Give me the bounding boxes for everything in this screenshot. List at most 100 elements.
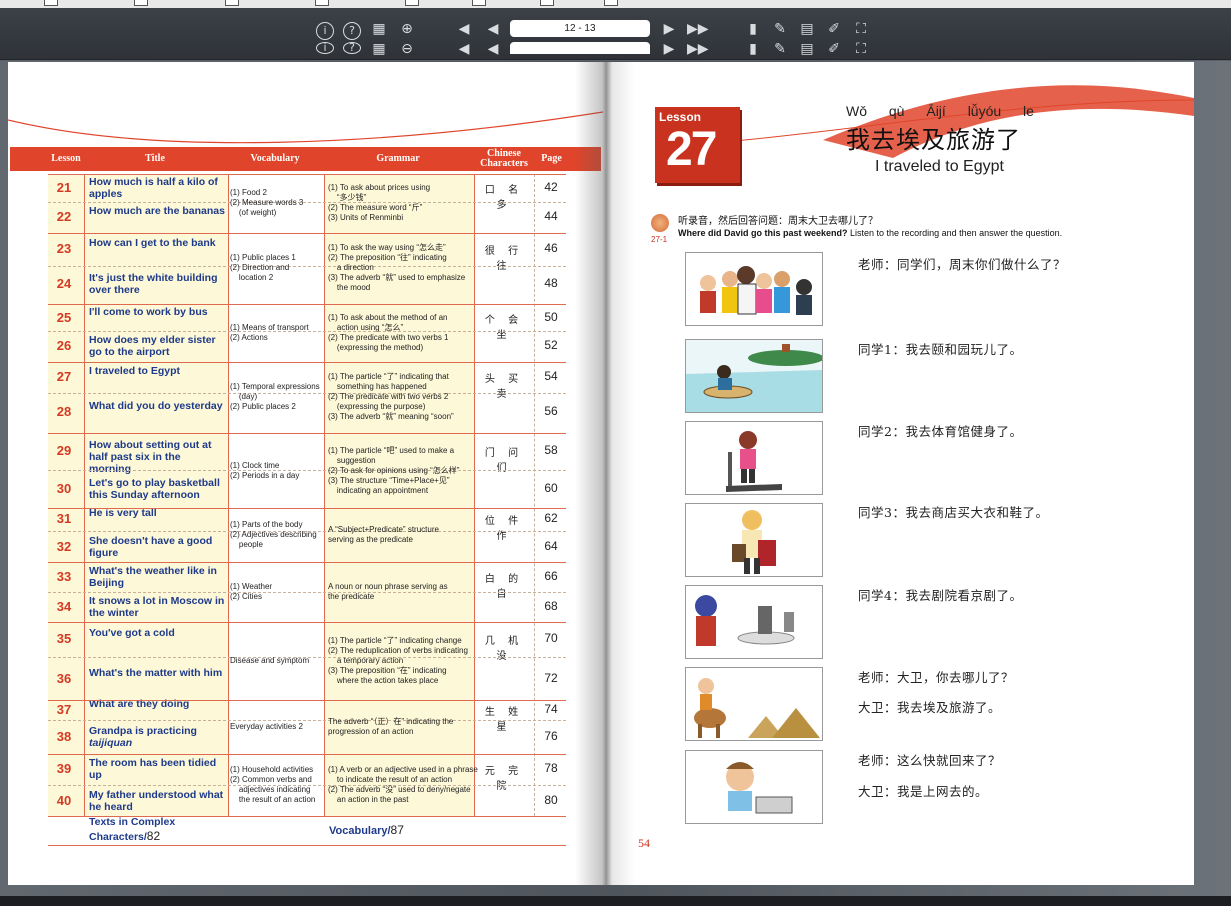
- lesson-page-number[interactable]: 64: [534, 539, 568, 553]
- info-icon[interactable]: i: [316, 22, 334, 40]
- lesson-title-text: Let's go to play basketball this Sunday …: [89, 477, 220, 501]
- page-indicator-input[interactable]: [510, 42, 650, 54]
- last-page-icon[interactable]: ▶▶: [687, 40, 709, 58]
- footer-complex-label-2[interactable]: Characters/82: [89, 829, 160, 843]
- zoom-in-icon[interactable]: ⊕: [398, 20, 416, 38]
- next-page-icon[interactable]: ▶: [660, 40, 678, 58]
- menu-item[interactable]: [44, 0, 58, 6]
- illustration-summer-palace: [685, 339, 823, 413]
- help-icon[interactable]: ?: [343, 42, 361, 54]
- first-page-icon[interactable]: ◀: [455, 20, 473, 38]
- lesson-number[interactable]: 33: [48, 569, 80, 584]
- lesson-characters: 口 名 多: [484, 185, 524, 211]
- footer-vocabulary[interactable]: Vocabulary/87: [329, 823, 404, 837]
- thumbnails-icon[interactable]: ▦: [370, 40, 388, 58]
- lesson-page-number[interactable]: 60: [534, 481, 568, 495]
- bookmark-icon[interactable]: ▮: [744, 40, 762, 58]
- zoom-out-icon[interactable]: ⊖: [398, 40, 416, 58]
- lesson-number[interactable]: 31: [48, 511, 80, 526]
- lesson-title[interactable]: How much is half a kilo of apples: [89, 176, 225, 204]
- lesson-title[interactable]: How much are the bananas: [89, 205, 225, 235]
- info-icon[interactable]: i: [316, 42, 334, 54]
- lesson-page-number[interactable]: 62: [534, 511, 568, 525]
- previous-page-icon[interactable]: ◀: [484, 20, 502, 38]
- lesson-number[interactable]: 30: [48, 481, 80, 496]
- header-lesson: Lesson: [51, 153, 81, 164]
- lesson-page-number[interactable]: 48: [534, 276, 568, 290]
- highlighter-icon[interactable]: ✐: [825, 20, 843, 38]
- lesson-page-number[interactable]: 46: [534, 241, 568, 255]
- menu-item[interactable]: [540, 0, 554, 6]
- lesson-page-number[interactable]: 70: [534, 631, 568, 645]
- bookmark-icon[interactable]: ▮: [744, 20, 762, 38]
- highlighter-icon[interactable]: ✐: [825, 40, 843, 58]
- lesson-number[interactable]: 28: [48, 404, 80, 419]
- lesson-page-number[interactable]: 76: [534, 729, 568, 743]
- lesson-number[interactable]: 24: [48, 276, 80, 291]
- lesson-number[interactable]: 29: [48, 443, 80, 458]
- lesson-number[interactable]: 32: [48, 539, 80, 554]
- menu-item[interactable]: [472, 0, 486, 6]
- lesson-number[interactable]: 39: [48, 761, 80, 776]
- vocabulary-cell: (1) Public places 1 (2) Direction and lo…: [230, 252, 296, 282]
- lesson-number[interactable]: 26: [48, 338, 80, 353]
- notes-icon[interactable]: ▤: [798, 40, 816, 58]
- lesson-page-number[interactable]: 80: [534, 793, 568, 807]
- next-page-icon[interactable]: ▶: [660, 20, 678, 38]
- lesson-page-number[interactable]: 50: [534, 310, 568, 324]
- lesson-number[interactable]: 35: [48, 631, 80, 646]
- lesson-number[interactable]: 25: [48, 310, 80, 325]
- lesson-characters: 头 买 卖: [484, 374, 524, 400]
- menu-item[interactable]: [315, 0, 329, 6]
- menu-item[interactable]: [225, 0, 239, 6]
- lesson-page-number[interactable]: 54: [534, 369, 568, 383]
- lesson-title[interactable]: He is very tall: [89, 507, 225, 529]
- lesson-title[interactable]: I'll come to work by bus: [89, 306, 225, 333]
- footer-complex-label[interactable]: Texts in Complex: [89, 816, 175, 828]
- last-page-icon[interactable]: ▶▶: [687, 20, 709, 38]
- lesson-page-number[interactable]: 44: [534, 209, 568, 223]
- lesson-title[interactable]: How can I get to the bank: [89, 237, 225, 269]
- lesson-page-number[interactable]: 66: [534, 569, 568, 583]
- page-indicator-input[interactable]: 12 - 13: [510, 20, 650, 37]
- grammar-cell: (1) To ask about the method of an action…: [328, 312, 449, 352]
- lesson-number[interactable]: 40: [48, 793, 80, 808]
- lesson-number[interactable]: 36: [48, 671, 80, 686]
- pen-icon[interactable]: ✎: [771, 20, 789, 38]
- help-icon[interactable]: ?: [343, 22, 361, 40]
- lesson-page-number[interactable]: 74: [534, 702, 568, 716]
- pen-icon[interactable]: ✎: [771, 40, 789, 58]
- lesson-number[interactable]: 27: [48, 369, 80, 384]
- lesson-title[interactable]: What's the weather like in Beijing: [89, 565, 225, 595]
- lesson-page-number[interactable]: 58: [534, 443, 568, 457]
- lesson-title[interactable]: How does my elder sister go to the airpo…: [89, 334, 225, 364]
- lesson-number[interactable]: 23: [48, 241, 80, 256]
- lesson-title[interactable]: It snows a lot in Moscow in the winter: [89, 595, 225, 625]
- thumbnails-icon[interactable]: ▦: [370, 20, 388, 38]
- lesson-title[interactable]: I traveled to Egypt: [89, 365, 225, 395]
- lesson-title[interactable]: The room has been tidied up: [89, 757, 225, 787]
- lesson-title[interactable]: You've got a cold: [89, 627, 225, 661]
- lesson-page-number[interactable]: 52: [534, 338, 568, 352]
- lesson-number[interactable]: 37: [48, 702, 80, 717]
- lesson-page-number[interactable]: 56: [534, 404, 568, 418]
- first-page-icon[interactable]: ◀: [455, 40, 473, 58]
- menu-item[interactable]: [134, 0, 148, 6]
- lesson-number[interactable]: 38: [48, 729, 80, 744]
- fullscreen-icon[interactable]: ⛶: [852, 20, 870, 38]
- previous-page-icon[interactable]: ◀: [484, 40, 502, 58]
- lesson-page-number[interactable]: 72: [534, 671, 568, 685]
- lesson-page-number[interactable]: 78: [534, 761, 568, 775]
- audio-icon[interactable]: [651, 214, 669, 232]
- lesson-number[interactable]: 21: [48, 180, 80, 195]
- lesson-number[interactable]: 22: [48, 209, 80, 224]
- lesson-page-number[interactable]: 42: [534, 180, 568, 194]
- lesson-page-number[interactable]: 68: [534, 599, 568, 613]
- lesson-title[interactable]: It's just the white building over there: [89, 272, 225, 308]
- notes-icon[interactable]: ▤: [798, 20, 816, 38]
- menu-item[interactable]: [405, 0, 419, 6]
- lesson-title[interactable]: She doesn't have a good figure: [89, 535, 225, 566]
- menu-item[interactable]: [604, 0, 618, 6]
- lesson-number[interactable]: 34: [48, 599, 80, 614]
- fullscreen-icon[interactable]: ⛶: [852, 40, 870, 58]
